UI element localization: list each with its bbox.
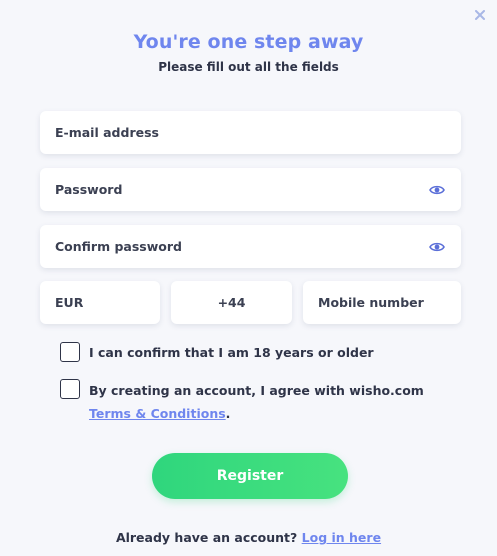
phone-code-value: +44 — [217, 295, 246, 310]
mobile-placeholder: Mobile number — [318, 295, 424, 310]
mobile-number-field[interactable]: Mobile number — [303, 281, 461, 324]
age-checkbox[interactable] — [60, 342, 80, 362]
eye-icon[interactable] — [429, 240, 445, 254]
terms-row: By creating an account, I agree with wis… — [60, 379, 439, 425]
confirm-password-field[interactable]: Confirm password — [40, 225, 461, 268]
login-prompt-text: Already have an account? — [115, 530, 302, 545]
age-confirm-row: I can confirm that I am 18 years or olde… — [60, 342, 439, 364]
terms-label-suffix: . — [225, 406, 231, 421]
terms-checkbox-label: By creating an account, I agree with wis… — [89, 379, 439, 425]
register-button[interactable]: Register — [152, 453, 348, 499]
terms-link[interactable]: Terms & Conditions — [89, 406, 226, 421]
login-prompt: Already have an account? Log in here — [0, 530, 497, 545]
currency-select[interactable]: EUR — [40, 281, 160, 324]
password-placeholder: Password — [55, 182, 123, 197]
modal-title: You're one step away — [133, 31, 364, 53]
eye-icon[interactable] — [429, 183, 445, 197]
modal-subtitle: Please fill out all the fields — [158, 60, 339, 74]
currency-value: EUR — [55, 295, 84, 310]
close-button[interactable] — [471, 6, 489, 24]
email-field[interactable]: E-mail address — [40, 111, 461, 154]
terms-checkbox[interactable] — [60, 379, 80, 399]
phone-code-select[interactable]: +44 — [171, 281, 292, 324]
close-icon — [475, 10, 485, 20]
email-placeholder: E-mail address — [55, 125, 159, 140]
age-checkbox-label: I can confirm that I am 18 years or olde… — [89, 345, 374, 360]
confirm-password-placeholder: Confirm password — [55, 239, 182, 254]
password-field[interactable]: Password — [40, 168, 461, 211]
terms-label-prefix: By creating an account, I agree with wis… — [89, 383, 424, 398]
login-link[interactable]: Log in here — [302, 530, 381, 545]
